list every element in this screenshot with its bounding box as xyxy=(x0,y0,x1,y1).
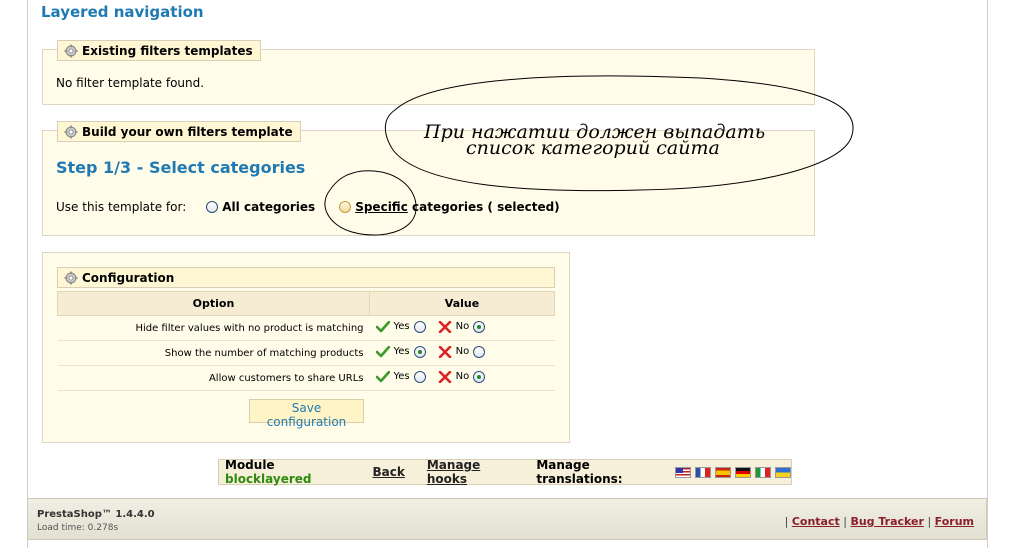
config-option-label: Hide filter values with no product is ma… xyxy=(57,315,370,341)
option-column-header: Option xyxy=(57,291,370,316)
flag-fr-icon[interactable] xyxy=(695,466,712,478)
cross-icon xyxy=(438,345,451,358)
existing-templates-legend: Existing filters templates xyxy=(57,40,261,61)
translation-flags xyxy=(675,466,792,478)
no-option[interactable]: No xyxy=(438,345,486,358)
config-value-cell: Yes No xyxy=(369,365,555,391)
specific-categories-radio[interactable] xyxy=(339,201,352,213)
yes-label: Yes xyxy=(393,321,410,332)
step-title: Step 1/3 - Select categories xyxy=(56,158,306,177)
module-prefix: Module xyxy=(225,458,275,472)
yes-option[interactable]: Yes xyxy=(375,370,426,383)
cross-icon xyxy=(438,370,451,383)
no-radio[interactable] xyxy=(473,370,486,383)
configuration-legend: Configuration xyxy=(57,267,555,288)
config-row: Hide filter values with no product is ma… xyxy=(57,315,555,341)
annotation-line-2: список категорий сайта xyxy=(466,137,720,159)
configuration-legend-label: Configuration xyxy=(82,270,175,285)
config-row: Show the number of matching products Yes N… xyxy=(57,340,555,366)
back-link[interactable]: Back xyxy=(373,465,405,479)
config-value-cell: Yes No xyxy=(369,340,555,366)
all-categories-radio[interactable] xyxy=(206,201,219,213)
no-label: No xyxy=(455,346,470,357)
check-icon xyxy=(375,345,390,357)
no-radio[interactable] xyxy=(473,345,486,358)
all-categories-label: All categories xyxy=(222,200,316,214)
configuration-section: Configuration Option Value Hide filter v… xyxy=(42,252,570,443)
yes-radio[interactable] xyxy=(413,320,426,333)
footer-links: | Contact | Bug Tracker | Forum xyxy=(784,515,974,528)
forum-link[interactable]: Forum xyxy=(935,515,974,528)
contact-link[interactable]: Contact xyxy=(792,515,840,528)
gear-icon xyxy=(64,44,78,57)
check-icon xyxy=(375,320,390,332)
build-template-legend-label: Build your own filters template xyxy=(82,124,293,139)
no-radio[interactable] xyxy=(473,320,486,333)
specific-categories-link[interactable]: Specific xyxy=(355,200,408,214)
yes-radio[interactable] xyxy=(413,370,426,383)
version-text: PrestaShop™ 1.4.4.0 xyxy=(37,509,155,520)
manage-translations-label: Manage translations: xyxy=(536,458,623,486)
template-scope-row: Use this template for: All categories Sp… xyxy=(56,200,560,214)
specific-categories-option[interactable]: Specific categories ( selected) xyxy=(339,200,560,214)
all-categories-option[interactable]: All categories xyxy=(206,200,315,214)
load-time-text: Load time: 0.278s xyxy=(37,523,119,533)
value-column-header: Value xyxy=(369,291,555,316)
manage-hooks-link[interactable]: Manage hooks xyxy=(427,458,514,486)
no-option[interactable]: No xyxy=(438,320,486,333)
right-frame-border xyxy=(987,0,988,548)
existing-templates-legend-label: Existing filters templates xyxy=(82,43,253,58)
page-footer: PrestaShop™ 1.4.4.0 Load time: 0.278s | … xyxy=(27,498,987,540)
page-title: Layered navigation xyxy=(41,3,204,21)
config-row: Allow customers to share URLs Yes No xyxy=(57,365,555,391)
flag-de-icon[interactable] xyxy=(735,466,752,478)
no-label: No xyxy=(455,371,470,382)
module-info: Module blocklayered xyxy=(225,458,351,486)
flag-ua-icon[interactable] xyxy=(775,466,792,478)
gear-icon xyxy=(64,271,78,284)
yes-option[interactable]: Yes xyxy=(375,345,426,358)
build-template-legend: Build your own filters template xyxy=(57,121,301,142)
save-configuration-button[interactable]: Save configuration xyxy=(249,399,364,429)
gear-icon xyxy=(64,125,78,138)
bug-tracker-link[interactable]: Bug Tracker xyxy=(850,515,924,528)
cross-icon xyxy=(438,320,451,333)
yes-label: Yes xyxy=(393,346,410,357)
config-value-cell: Yes No xyxy=(369,315,555,341)
config-option-label: Show the number of matching products xyxy=(57,340,370,366)
flag-en-icon[interactable] xyxy=(675,466,692,478)
specific-categories-label: categories ( selected) xyxy=(412,200,560,214)
flag-es-icon[interactable] xyxy=(715,466,732,478)
configuration-table: Option Value Hide filter values with no … xyxy=(57,291,555,391)
left-frame-border xyxy=(27,0,28,548)
module-toolbar: Module blocklayered Back Manage hooks Ma… xyxy=(218,458,792,486)
use-template-label: Use this template for: xyxy=(56,200,187,214)
yes-label: Yes xyxy=(393,371,410,382)
check-icon xyxy=(375,370,390,382)
existing-templates-section: Existing filters templates No filter tem… xyxy=(42,40,815,105)
no-label: No xyxy=(455,321,470,332)
config-option-label: Allow customers to share URLs xyxy=(57,365,370,391)
no-template-message: No filter template found. xyxy=(56,76,205,90)
no-option[interactable]: No xyxy=(438,370,486,383)
yes-radio[interactable] xyxy=(413,345,426,358)
yes-option[interactable]: Yes xyxy=(375,320,426,333)
flag-it-icon[interactable] xyxy=(755,466,772,478)
module-name: blocklayered xyxy=(225,472,312,486)
